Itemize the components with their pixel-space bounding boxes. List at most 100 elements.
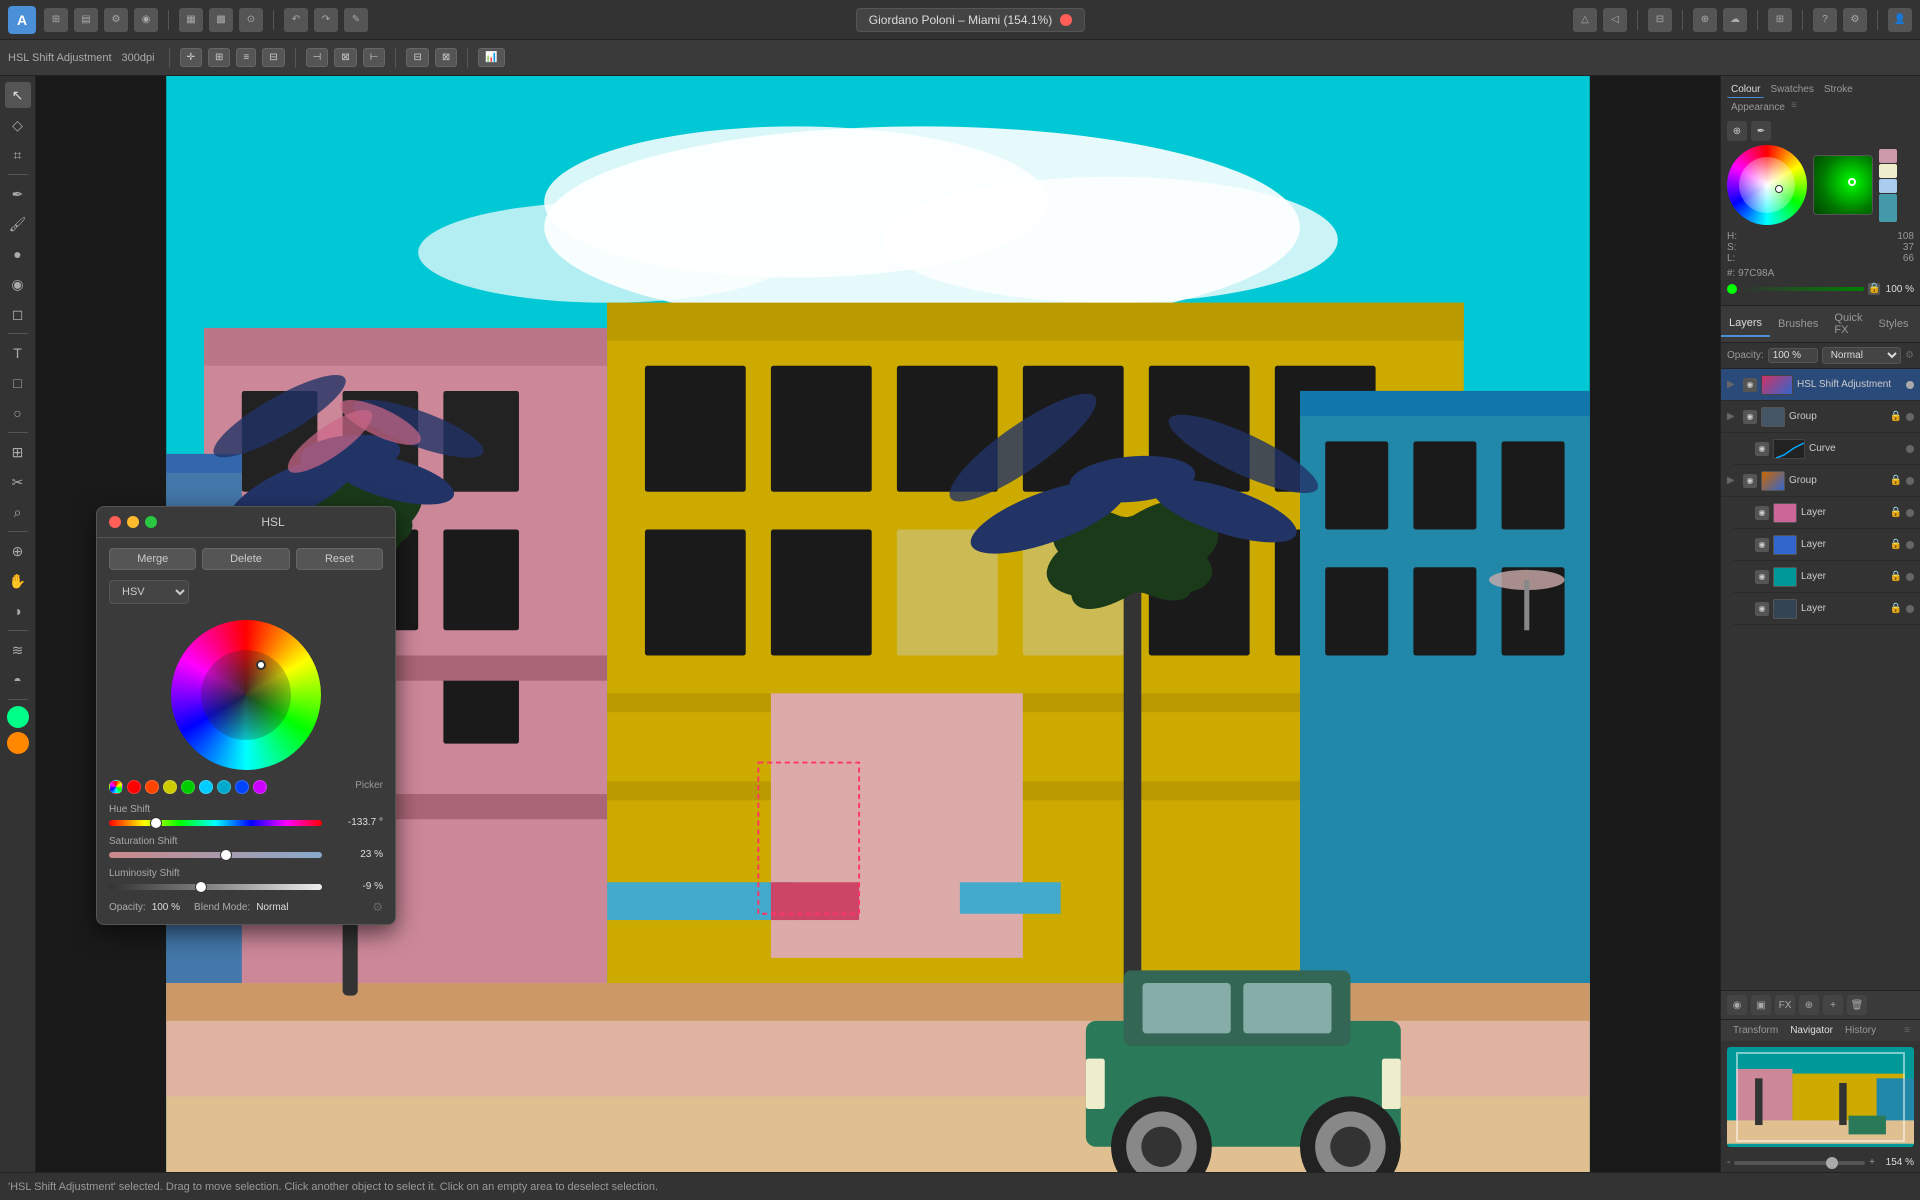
hue-slider-track[interactable] xyxy=(109,820,322,826)
tab-history[interactable]: History xyxy=(1839,1020,1882,1041)
shape2-tool[interactable]: ○ xyxy=(5,400,31,426)
mirror-icon[interactable]: ◁ xyxy=(1603,8,1627,32)
nav-zoom-thumb[interactable] xyxy=(1826,1157,1838,1169)
tab-transform[interactable]: Transform xyxy=(1727,1020,1784,1041)
layer-1[interactable]: ▶ ◉ Layer 🔒 xyxy=(1733,497,1920,529)
shape-tool[interactable]: □ xyxy=(5,370,31,396)
menu-adjust-icon[interactable]: ◉ xyxy=(134,8,158,32)
layer1-lock-icon[interactable]: 🔒 xyxy=(1890,507,1902,518)
layer4-lock-icon[interactable]: 🔒 xyxy=(1890,603,1902,614)
account-icon[interactable]: 👤 xyxy=(1888,8,1912,32)
crop-tool[interactable]: ⌗ xyxy=(5,142,31,168)
transform-tool[interactable]: ⊞ xyxy=(5,439,31,465)
nav-zoom-plus[interactable]: + xyxy=(1869,1157,1875,1168)
layer-4[interactable]: ▶ ◉ Layer 🔒 xyxy=(1733,593,1920,625)
menu-target-icon[interactable]: ⊙ xyxy=(239,8,263,32)
settings2-icon[interactable]: ⚙ xyxy=(1843,8,1867,32)
erase-tool[interactable]: ◻ xyxy=(5,301,31,327)
luminosity-slider-track[interactable] xyxy=(109,884,322,890)
layer-2[interactable]: ▶ ◉ Layer 🔒 xyxy=(1733,529,1920,561)
toolbar-align-center-btn[interactable]: ⊠ xyxy=(334,48,356,67)
tab-styles[interactable]: Styles xyxy=(1871,312,1917,336)
swatch-1[interactable] xyxy=(1879,149,1897,163)
swatch-green[interactable] xyxy=(181,780,195,794)
nav-zoom-minus[interactable]: - xyxy=(1727,1157,1730,1168)
view-icon[interactable]: △ xyxy=(1573,8,1597,32)
layout-icon[interactable]: ⊟ xyxy=(1648,8,1672,32)
document-close-btn[interactable] xyxy=(1060,14,1072,26)
group2-visibility-icon[interactable]: ◉ xyxy=(1743,474,1757,488)
group1-visibility-icon[interactable]: ◉ xyxy=(1743,410,1757,424)
publish-icon[interactable]: ⊕ xyxy=(1693,8,1717,32)
layer-fx-icon[interactable]: FX xyxy=(1775,995,1795,1015)
hsl-color-wheel[interactable] xyxy=(171,620,321,770)
dialog-settings-icon[interactable]: ⚙ xyxy=(372,900,383,914)
menu-settings-icon[interactable]: ⚙ xyxy=(104,8,128,32)
swatch-rainbow[interactable] xyxy=(109,780,123,794)
paint-tool[interactable]: ● xyxy=(5,241,31,267)
delete-button[interactable]: Delete xyxy=(202,548,289,570)
gradient-tool[interactable]: ◑ xyxy=(5,598,31,624)
cloud-icon[interactable]: ☁ xyxy=(1723,8,1747,32)
pen-tool[interactable]: ✒ xyxy=(5,181,31,207)
opacity-slider[interactable] xyxy=(1741,287,1864,291)
tab-stroke[interactable]: Stroke xyxy=(1820,82,1857,98)
saturation-slider-thumb[interactable] xyxy=(220,849,232,861)
reset-button[interactable]: Reset xyxy=(296,548,383,570)
swatch-red[interactable] xyxy=(127,780,141,794)
smudge-tool[interactable]: ≋ xyxy=(5,637,31,663)
swatch-3[interactable] xyxy=(1879,179,1897,193)
layer-delete-icon[interactable]: 🗑 xyxy=(1847,995,1867,1015)
layer2-visibility-icon[interactable]: ◉ xyxy=(1755,538,1769,552)
blend-mode-select[interactable]: Normal xyxy=(1822,347,1901,364)
hsl-expand-icon[interactable]: ▶ xyxy=(1727,379,1739,390)
menu-grid-icon[interactable]: ⊞ xyxy=(44,8,68,32)
toolbar-chart-btn[interactable]: 📊 xyxy=(478,48,504,67)
opacity-lock-icon[interactable]: 🔒 xyxy=(1868,283,1880,295)
select-tool[interactable]: ↖ xyxy=(5,82,31,108)
color-secondary[interactable] xyxy=(7,732,29,754)
toolbar-distribute-btn[interactable]: ⊟ xyxy=(262,48,284,67)
color-panel-expand[interactable]: ≡ xyxy=(1791,100,1797,115)
menu-undo-icon[interactable]: ↶ xyxy=(284,8,308,32)
layer2-lock-icon[interactable]: 🔒 xyxy=(1890,539,1902,550)
swatch-blue[interactable] xyxy=(235,780,249,794)
grid-view-icon[interactable]: ⊞ xyxy=(1768,8,1792,32)
tab-swatches[interactable]: Swatches xyxy=(1766,82,1817,98)
layer-add-icon[interactable]: + xyxy=(1823,995,1843,1015)
layer1-visibility-icon[interactable]: ◉ xyxy=(1755,506,1769,520)
dialog-close-btn[interactable] xyxy=(109,516,121,528)
saturation-slider-track[interactable] xyxy=(109,852,322,858)
node-tool[interactable]: ◇ xyxy=(5,112,31,138)
layer-thumb-icon[interactable]: ▣ xyxy=(1751,995,1771,1015)
dialog-min-btn[interactable] xyxy=(127,516,139,528)
group1-expand-icon[interactable]: ▶ xyxy=(1727,411,1739,422)
menu-grid2-icon[interactable]: ▦ xyxy=(179,8,203,32)
eyedropper-tool[interactable]: ⊕ xyxy=(5,538,31,564)
hand-tool[interactable]: ✋ xyxy=(5,568,31,594)
tab-navigator[interactable]: Navigator xyxy=(1784,1020,1839,1041)
layers-gear-icon[interactable]: ⚙ xyxy=(1905,350,1914,361)
layer-eye-icon[interactable]: ◉ xyxy=(1727,995,1747,1015)
toolbar-transform-btn[interactable]: ⊞ xyxy=(208,48,230,67)
swatch-teal[interactable] xyxy=(217,780,231,794)
layers-opacity-input[interactable]: 100 % xyxy=(1768,348,1818,363)
nav-zoom-slider[interactable] xyxy=(1734,1161,1865,1165)
swatch-cyan[interactable] xyxy=(199,780,213,794)
zoom-tool[interactable]: ⌕ xyxy=(5,499,31,525)
transform-settings-icon[interactable]: ≡ xyxy=(1900,1021,1914,1040)
toolbar-crosshair-btn[interactable]: ✛ xyxy=(180,48,202,67)
toolbar-align-right-btn[interactable]: ⊢ xyxy=(363,48,386,67)
tab-brushes[interactable]: Brushes xyxy=(1770,312,1826,336)
menu-redo-icon[interactable]: ↷ xyxy=(314,8,338,32)
swatch-2[interactable] xyxy=(1879,164,1897,178)
layer-curve[interactable]: ▶ ◉ Curve xyxy=(1733,433,1920,465)
swatch-magenta[interactable] xyxy=(253,780,267,794)
curve-visibility-icon[interactable]: ◉ xyxy=(1755,442,1769,456)
toolbar-align-btn[interactable]: ≡ xyxy=(236,48,256,67)
tab-layers[interactable]: Layers xyxy=(1721,311,1770,337)
text-tool[interactable]: T xyxy=(5,340,31,366)
layer-merge-icon[interactable]: ⊕ xyxy=(1799,995,1819,1015)
group1-lock-icon[interactable]: 🔒 xyxy=(1890,411,1902,422)
eyedropper-icon[interactable]: ⊕ xyxy=(1727,121,1747,141)
